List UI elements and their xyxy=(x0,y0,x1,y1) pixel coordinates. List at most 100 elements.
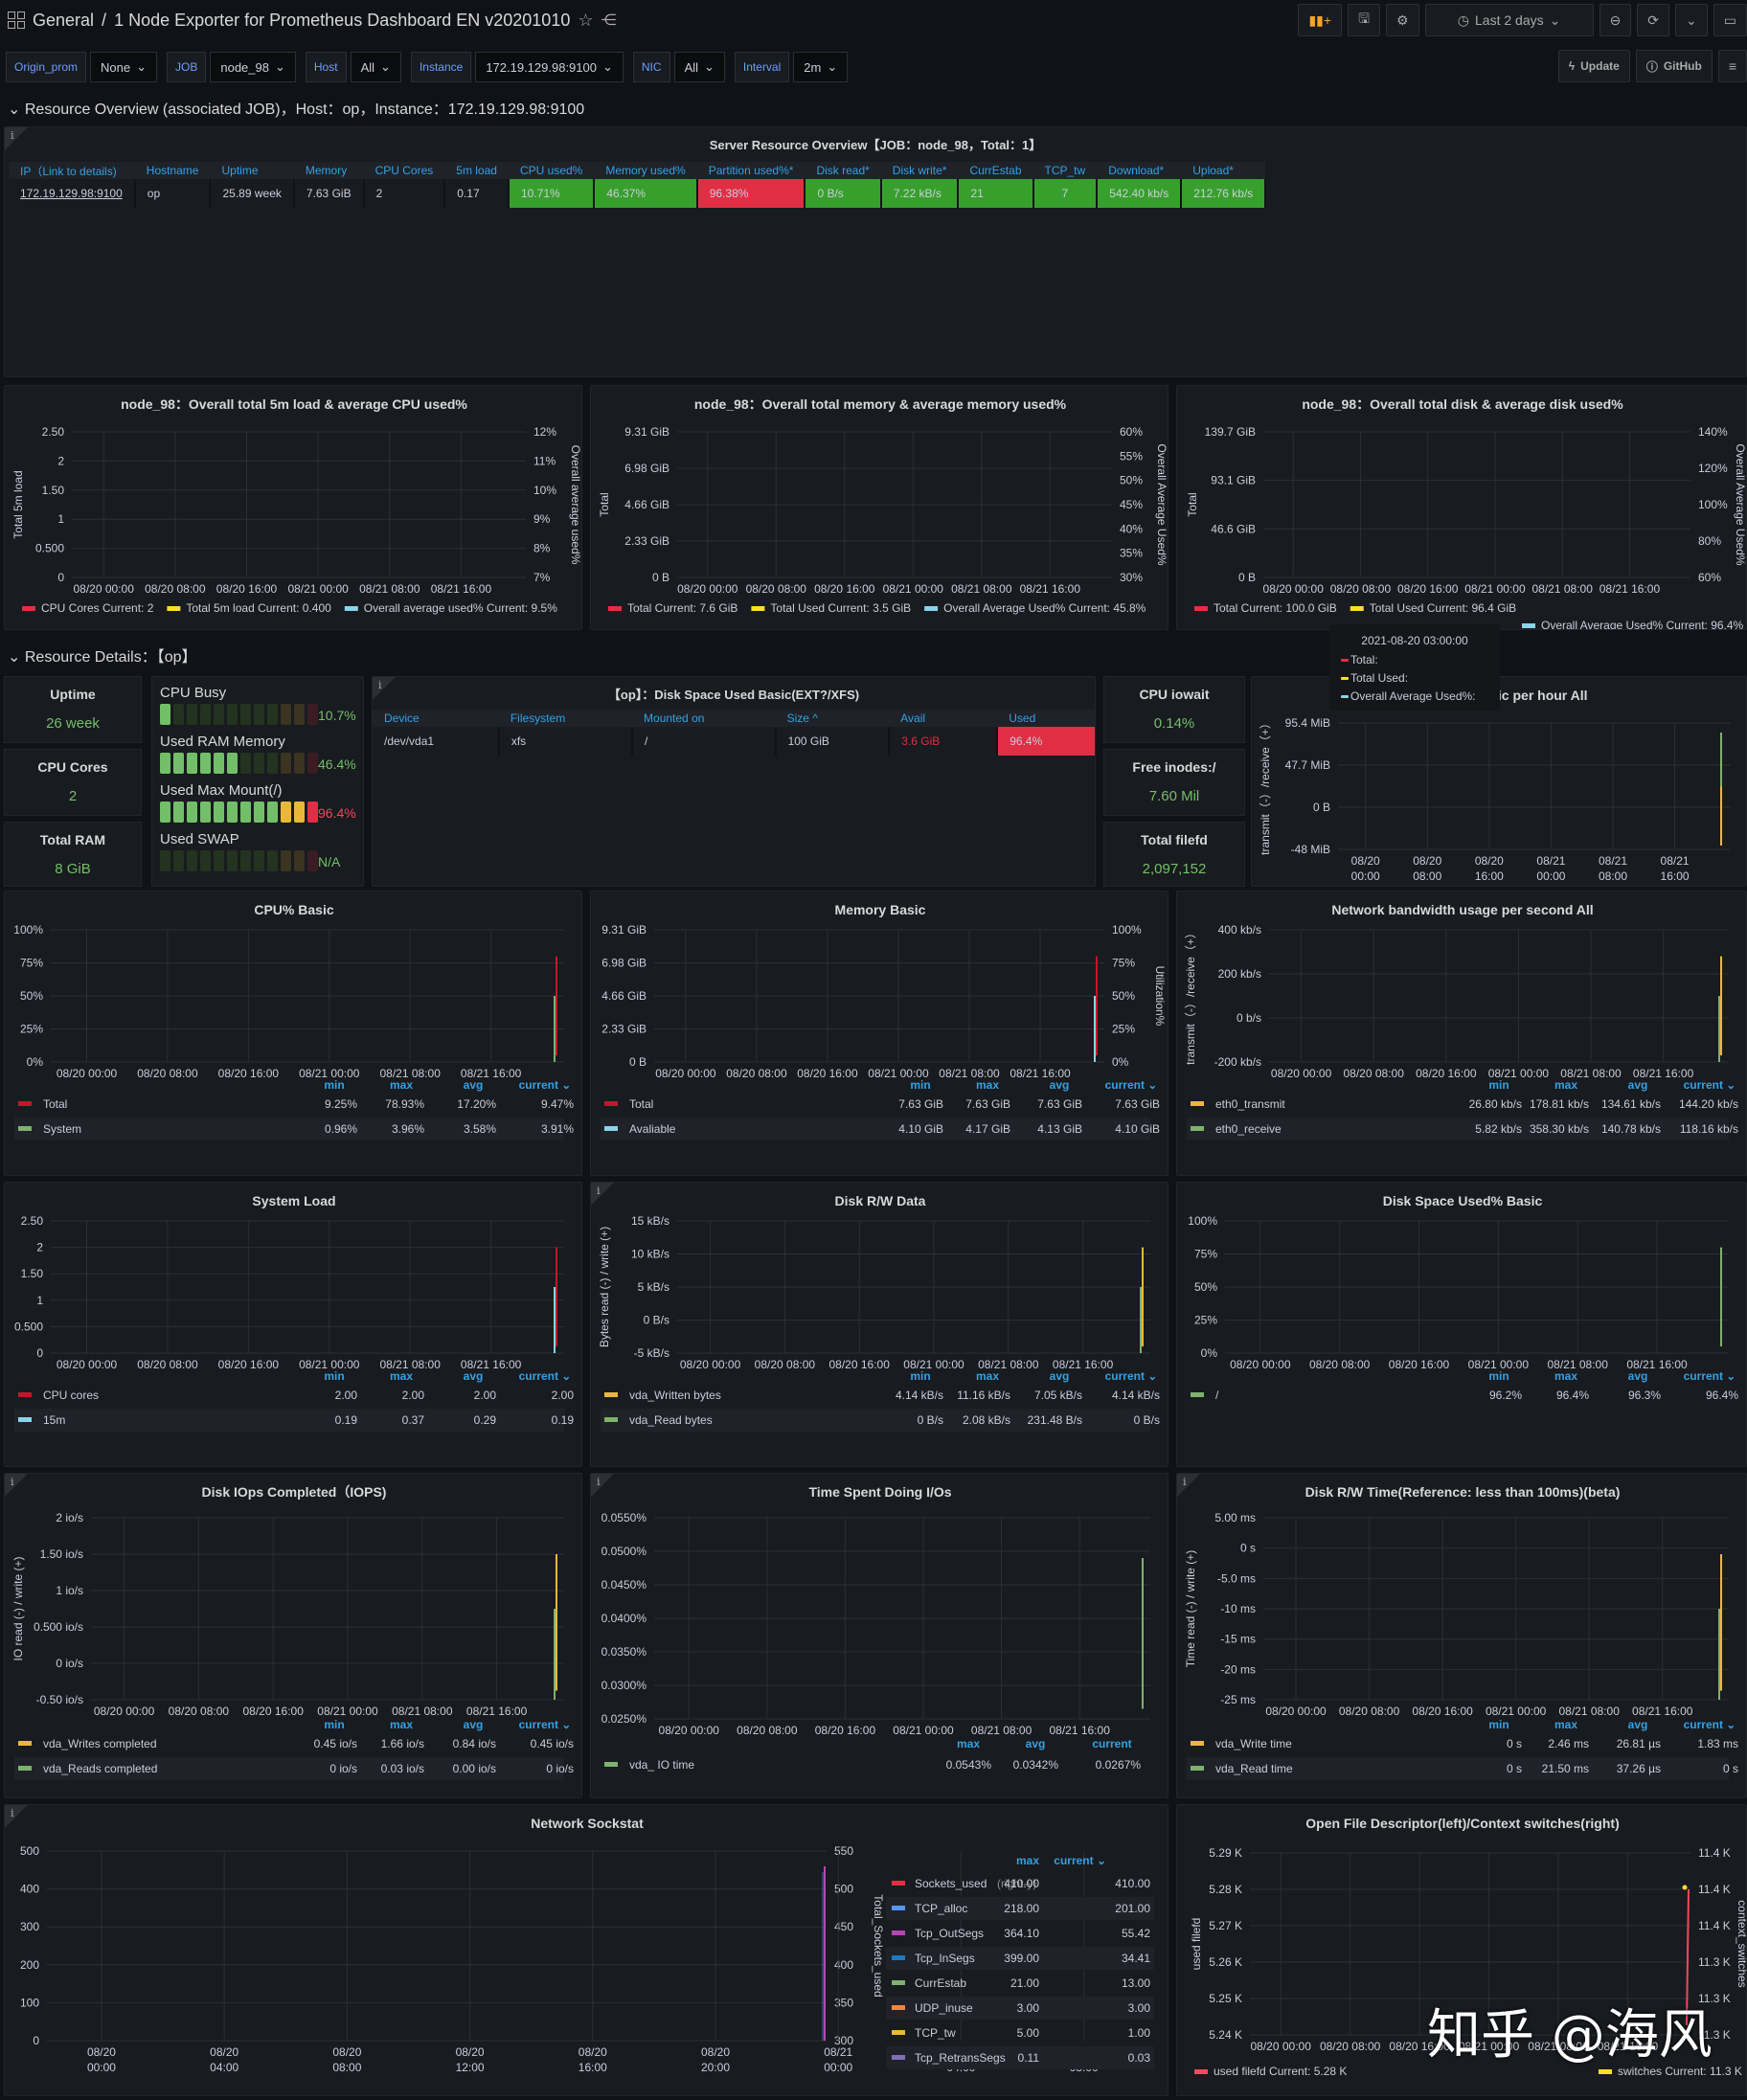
github-link[interactable]: ⓘ GitHub xyxy=(1635,50,1713,82)
legend-column-header[interactable]: max xyxy=(390,1369,413,1383)
breadcrumb-folder[interactable]: General xyxy=(33,11,94,31)
legend-item[interactable]: Total Used Current: 3.5 GiB xyxy=(770,601,911,615)
info-icon[interactable]: i xyxy=(1177,1474,1200,1497)
legend-column-header[interactable]: min xyxy=(324,1718,344,1731)
legend-item[interactable]: Overall average used% Current: 9.5% xyxy=(364,601,557,615)
legend-column-header[interactable]: min xyxy=(910,1369,930,1383)
column-header[interactable]: Used xyxy=(997,710,1095,727)
legend-column-header[interactable]: min xyxy=(1488,1718,1509,1731)
info-icon[interactable]: i xyxy=(591,1474,614,1497)
legend-series-name[interactable]: eth0_transmit xyxy=(1215,1097,1285,1111)
legend-column-header[interactable]: current ⌄ xyxy=(519,1369,572,1383)
legend-item[interactable]: Total 5m load Current: 0.400 xyxy=(186,601,331,615)
time-picker[interactable]: ◷ Last 2 days ⌄ xyxy=(1424,4,1594,36)
info-icon[interactable]: i xyxy=(591,1183,614,1206)
legend-column-header[interactable]: avg xyxy=(1628,1369,1648,1383)
legend-column-header[interactable]: max xyxy=(1554,1078,1577,1092)
legend-column-header[interactable]: current ⌄ xyxy=(1105,1078,1158,1092)
refresh-button[interactable]: ⟳ xyxy=(1637,4,1670,36)
menu-button[interactable]: ≡ xyxy=(1717,50,1747,82)
legend-item[interactable]: Total Used Current: 96.4 GiB xyxy=(1370,601,1516,615)
legend-column-header[interactable]: avg xyxy=(464,1078,484,1092)
column-header[interactable]: CPU Cores xyxy=(363,162,445,179)
info-icon[interactable]: i xyxy=(5,1474,28,1497)
legend-series-name[interactable]: vda_Read bytes xyxy=(629,1413,713,1427)
column-header[interactable]: Size ^ xyxy=(775,710,890,727)
legend-column-header[interactable]: max xyxy=(976,1369,999,1383)
variable-select-interval[interactable]: 2m ⌄ xyxy=(793,52,849,82)
column-header[interactable]: CurrEstab xyxy=(958,162,1033,179)
dashboards-grid-icon[interactable] xyxy=(8,11,25,29)
legend-series-name[interactable]: Tcp_RetransSegs xyxy=(915,2051,1006,2065)
legend-item[interactable]: used filefd Current: 5.28 K xyxy=(1214,2065,1347,2078)
zoom-out-button[interactable]: ⊖ xyxy=(1599,4,1632,36)
legend-series-name[interactable]: UDP_inuse xyxy=(915,2001,973,2015)
legend-series-name[interactable]: Avaliable xyxy=(629,1122,676,1136)
legend-column-header[interactable]: avg xyxy=(464,1369,484,1383)
column-header[interactable]: 5m load xyxy=(444,162,509,179)
column-header[interactable]: TCP_tw xyxy=(1032,162,1098,179)
legend-column-header[interactable]: max xyxy=(976,1078,999,1092)
legend-series-name[interactable]: TCP_tw xyxy=(915,2026,956,2040)
legend-column-header[interactable]: avg xyxy=(1050,1369,1070,1383)
column-header[interactable]: Partition used%* xyxy=(696,162,805,179)
legend-column-header[interactable]: min xyxy=(1488,1369,1509,1383)
legend-column-header[interactable]: max xyxy=(1554,1718,1577,1731)
legend-column-header[interactable]: current ⌄ xyxy=(1054,1854,1106,1867)
legend-column-header[interactable]: avg xyxy=(1628,1078,1648,1092)
legend-column-header[interactable]: max xyxy=(1016,1854,1039,1867)
column-header[interactable]: Uptime xyxy=(210,162,294,179)
column-header[interactable]: Disk read* xyxy=(805,162,881,179)
variable-select-nic[interactable]: All ⌄ xyxy=(673,52,725,82)
update-link[interactable]: ϟ Update xyxy=(1557,50,1630,82)
legend-column-header[interactable]: max xyxy=(390,1718,413,1731)
column-header[interactable]: Download* xyxy=(1097,162,1182,179)
legend-column-header[interactable]: avg xyxy=(464,1718,484,1731)
legend-column-header[interactable]: min xyxy=(1488,1078,1509,1092)
legend-series-name[interactable]: vda_Writes completed xyxy=(43,1737,157,1750)
legend-column-header[interactable]: current ⌄ xyxy=(519,1078,572,1092)
star-icon[interactable]: ☆ xyxy=(578,11,593,31)
legend-item[interactable]: Total Current: 7.6 GiB xyxy=(627,601,737,615)
variable-select-host[interactable]: All ⌄ xyxy=(350,52,401,82)
settings-button[interactable]: ⚙ xyxy=(1386,4,1419,36)
legend-series-name[interactable]: Tcp_OutSegs xyxy=(915,1927,984,1940)
legend-column-header[interactable]: max xyxy=(1554,1369,1577,1383)
legend-series-name[interactable]: vda_Written bytes xyxy=(629,1389,721,1402)
legend-column-header[interactable]: min xyxy=(910,1078,930,1092)
legend-column-header[interactable]: current ⌄ xyxy=(1684,1369,1736,1383)
column-header[interactable]: Memory xyxy=(293,162,364,179)
add-panel-button[interactable]: ▮▮+ xyxy=(1298,4,1343,36)
legend-column-header[interactable]: min xyxy=(324,1078,344,1092)
legend-series-name[interactable]: eth0_receive xyxy=(1215,1122,1282,1136)
column-header[interactable]: Memory used% xyxy=(594,162,697,179)
legend-column-header[interactable]: min xyxy=(324,1369,344,1383)
column-header[interactable]: Disk write* xyxy=(880,162,959,179)
legend-series-name[interactable]: vda_ IO time xyxy=(629,1758,694,1772)
dashboard-title[interactable]: 1 Node Exporter for Prometheus Dashboard… xyxy=(114,11,570,31)
legend-series-name[interactable]: Tcp_InSegs xyxy=(915,1952,975,1965)
legend-column-header[interactable]: current ⌄ xyxy=(1684,1078,1736,1092)
column-header[interactable]: Filesystem xyxy=(498,710,633,727)
legend-column-header[interactable]: current ⌄ xyxy=(1684,1718,1736,1731)
legend-item[interactable]: Overall Average Used% Current: 96.4% xyxy=(1541,619,1744,630)
column-header[interactable]: Upload* xyxy=(1181,162,1266,179)
tv-mode-button[interactable]: ▭ xyxy=(1713,4,1747,36)
variable-select-job[interactable]: node_98 ⌄ xyxy=(210,52,296,82)
share-icon[interactable]: ⋲ xyxy=(601,11,616,30)
info-icon[interactable]: i xyxy=(5,1805,28,1828)
refresh-interval-dropdown[interactable]: ⌄ xyxy=(1675,4,1708,36)
legend-column-header[interactable]: max xyxy=(957,1737,980,1750)
legend-series-name[interactable]: System xyxy=(43,1122,81,1136)
legend-item[interactable]: Overall Average Used% Current: 45.8% xyxy=(943,601,1146,615)
variable-select-origin-prom[interactable]: None ⌄ xyxy=(90,52,158,82)
column-header[interactable]: Hostname xyxy=(134,162,211,179)
save-button[interactable]: 🖫 xyxy=(1348,4,1380,36)
host-link[interactable]: 172.19.129.98:9100 xyxy=(9,179,136,208)
legend-column-header[interactable]: avg xyxy=(1050,1078,1070,1092)
column-header[interactable]: Mounted on xyxy=(632,710,776,727)
legend-series-name[interactable]: / xyxy=(1215,1389,1219,1402)
row-header-overview[interactable]: ⌄ Resource Overview (associated JOB)，Hos… xyxy=(8,96,584,119)
variable-select-instance[interactable]: 172.19.129.98:9100 ⌄ xyxy=(475,52,624,82)
legend-series-name[interactable]: TCP_alloc xyxy=(915,1902,967,1915)
